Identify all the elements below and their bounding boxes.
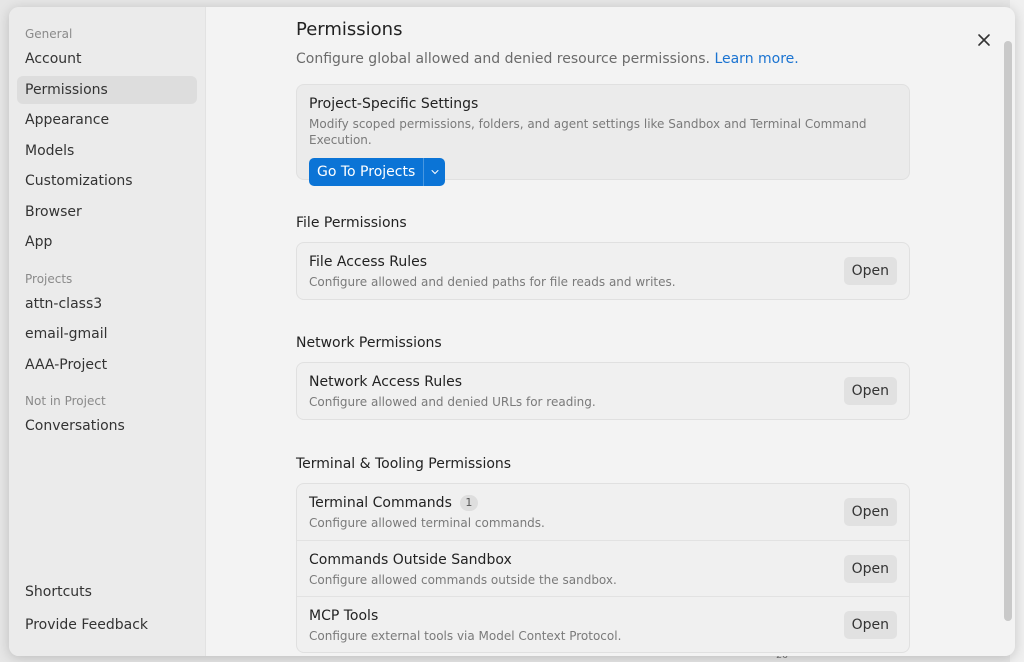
settings-modal: General Account Permissions Appearance M…: [9, 7, 1015, 656]
page-title: Permissions: [296, 19, 403, 40]
open-mcp-tools-button[interactable]: Open: [843, 611, 897, 639]
sidebar-item-customizations[interactable]: Customizations: [17, 167, 197, 195]
rule-description: Configure allowed terminal commands.: [309, 516, 545, 530]
rule-description: Configure allowed commands outside the s…: [309, 573, 617, 587]
sidebar-item-app[interactable]: App: [17, 228, 197, 256]
sidebar-item-appearance[interactable]: Appearance: [17, 106, 197, 134]
sidebar-item-project[interactable]: attn-class3: [17, 290, 197, 318]
open-file-access-button[interactable]: Open: [843, 257, 897, 285]
network-permissions-card: Network Access Rules Configure allowed a…: [296, 362, 910, 420]
count-badge: 1: [459, 495, 478, 511]
terminal-permissions-card: Terminal Commands 1 Configure allowed te…: [296, 483, 910, 653]
sidebar-section-not-in-project: Not in Project: [25, 394, 106, 408]
permissions-content: Permissions Configure global allowed and…: [206, 7, 1015, 656]
rule-description: Configure external tools via Model Conte…: [309, 629, 622, 643]
go-to-projects-button[interactable]: Go To Projects: [309, 158, 446, 186]
rule-title: Commands Outside Sandbox: [309, 552, 512, 568]
settings-sidebar: General Account Permissions Appearance M…: [9, 7, 206, 656]
sidebar-item-browser[interactable]: Browser: [17, 198, 197, 226]
open-network-access-button[interactable]: Open: [843, 377, 897, 405]
sidebar-item-permissions[interactable]: Permissions: [17, 75, 197, 104]
rule-description: Configure allowed and denied URLs for re…: [309, 395, 596, 409]
sidebar-item-conversations[interactable]: Conversations: [17, 412, 197, 440]
rule-row-file-access: File Access Rules Configure allowed and …: [297, 243, 909, 299]
sidebar-item-provide-feedback[interactable]: Provide Feedback: [17, 611, 197, 639]
sidebar-item-models[interactable]: Models: [17, 137, 197, 165]
project-settings-title: Project-Specific Settings: [309, 96, 479, 112]
rule-row-commands-outside-sandbox: Commands Outside Sandbox Configure allow…: [297, 540, 909, 596]
network-permissions-heading: Network Permissions: [296, 335, 442, 351]
rule-title: Terminal Commands: [309, 495, 452, 511]
close-icon: [977, 33, 991, 47]
rule-row-terminal-commands: Terminal Commands 1 Configure allowed te…: [297, 484, 909, 540]
sidebar-section-general: General: [25, 27, 73, 41]
rule-row-mcp-tools: MCP Tools Configure external tools via M…: [297, 596, 909, 652]
content-scrollbar[interactable]: [1004, 41, 1012, 621]
learn-more-link[interactable]: Learn more.: [714, 51, 798, 67]
open-terminal-commands-button[interactable]: Open: [843, 498, 897, 526]
rule-title: MCP Tools: [309, 608, 379, 624]
go-to-projects-label: Go To Projects: [317, 164, 416, 180]
rule-description: Configure allowed and denied paths for f…: [309, 275, 676, 289]
go-to-projects-dropdown[interactable]: [423, 158, 445, 186]
file-permissions-card: File Access Rules Configure allowed and …: [296, 242, 910, 300]
sidebar-item-shortcuts[interactable]: Shortcuts: [17, 578, 197, 606]
rule-title: File Access Rules: [309, 254, 428, 270]
rule-row-network-access: Network Access Rules Configure allowed a…: [297, 363, 909, 419]
close-button[interactable]: [973, 29, 995, 51]
sidebar-bottom: Shortcuts Provide Feedback: [9, 578, 205, 644]
rule-title: Network Access Rules: [309, 374, 463, 390]
open-commands-outside-sandbox-button[interactable]: Open: [843, 555, 897, 583]
project-settings-card: Project-Specific Settings Modify scoped …: [296, 84, 910, 186]
terminal-permissions-heading: Terminal & Tooling Permissions: [296, 456, 512, 472]
page-subtitle: Configure global allowed and denied reso…: [296, 49, 1015, 69]
chevron-down-icon: [431, 169, 439, 175]
file-permissions-heading: File Permissions: [296, 215, 407, 231]
page-subtitle-text: Configure global allowed and denied reso…: [296, 51, 710, 67]
sidebar-item-project[interactable]: email-gmail: [17, 320, 197, 348]
sidebar-section-projects: Projects: [25, 271, 73, 286]
project-settings-description: Modify scoped permissions, folders, and …: [309, 117, 867, 147]
sidebar-item-account[interactable]: Account: [17, 45, 197, 73]
sidebar-item-project[interactable]: AAA-Project: [17, 351, 197, 379]
